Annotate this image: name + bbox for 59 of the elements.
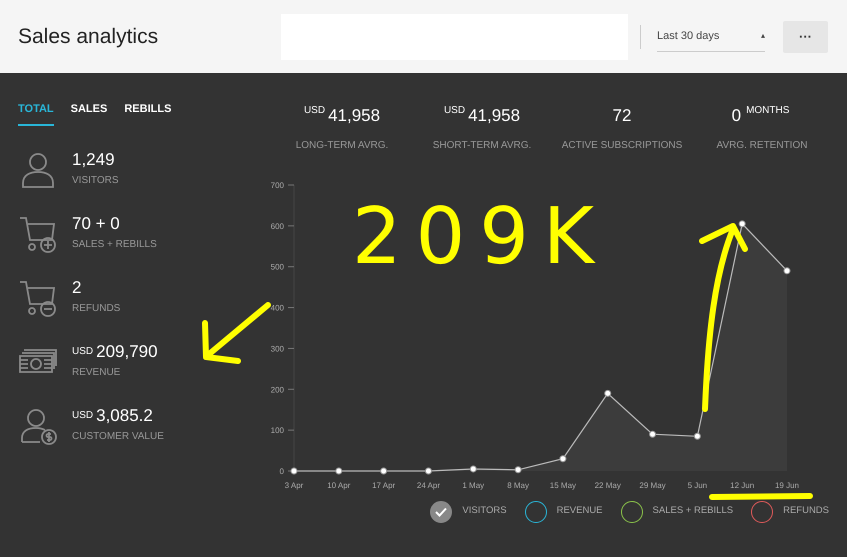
legend-item[interactable]: REFUNDS: [751, 500, 829, 522]
tab[interactable]: REBILLS: [124, 101, 172, 126]
data-point: [649, 430, 656, 438]
handwritten-annotation: 209K: [352, 198, 608, 276]
x-tick-label: 29 May: [639, 480, 666, 490]
metric-label: REVENUE: [72, 366, 122, 380]
metric-label: SALES + REBILLS: [72, 238, 157, 252]
metric-value: 1,249: [72, 150, 116, 170]
data-point: [738, 220, 746, 227]
metric-value: 2: [72, 278, 82, 298]
data-point: [470, 464, 477, 472]
x-tick-label: 10 Apr: [327, 480, 350, 490]
data-point: [335, 467, 342, 474]
x-tick-label: 8 May: [507, 480, 529, 490]
metric-label: CUSTOMER VALUE: [72, 430, 164, 444]
y-tick-label: 100: [270, 426, 284, 435]
data-point: [380, 467, 388, 474]
metric-value: USD 3,085.2: [72, 406, 154, 426]
stat-label: SHORT-TERM AVRG.: [432, 138, 532, 152]
data-point: [694, 432, 701, 440]
period-dropdown[interactable]: Last 30 days ▴: [657, 22, 765, 52]
x-tick-label: 19 Jun: [774, 480, 800, 490]
x-tick-label: 12 Jun: [730, 480, 754, 490]
legend-item[interactable]: VISITORS: [430, 500, 507, 522]
stat-label: ACTIVE SUBSCRIPTIONS: [560, 138, 684, 152]
tab[interactable]: TOTAL: [18, 101, 54, 126]
page-title: Sales analytics: [18, 24, 160, 50]
data-point: [604, 389, 612, 396]
stat-value: 72: [612, 105, 632, 127]
x-tick-label: 1 May: [462, 480, 484, 490]
data-point: [559, 454, 566, 462]
stat-label: LONG-TERM AVRG.: [294, 138, 390, 152]
x-tick-label: 5 Jun: [688, 480, 708, 490]
y-tick-label: 300: [270, 344, 284, 353]
legend-item[interactable]: SALES + REBILLS: [620, 500, 734, 522]
y-tick-label: 700: [270, 180, 284, 190]
x-tick-label: 22 May: [594, 480, 621, 490]
y-tick-label: 200: [270, 384, 284, 394]
data-point: [784, 266, 790, 274]
y-tick-label: 600: [270, 221, 284, 230]
more-button[interactable]: ···: [783, 20, 828, 52]
tab[interactable]: SALES: [70, 101, 108, 126]
data-point: [424, 467, 432, 474]
metric-label: REFUNDS: [72, 302, 120, 316]
metric-value: 70 + 0: [72, 214, 121, 234]
metric-value: USD 209,790: [72, 342, 158, 362]
x-tick-label: 3 Apr: [284, 480, 304, 490]
data-point: [514, 466, 522, 473]
x-tick-label: 24 Apr: [416, 480, 440, 490]
data-point: [290, 467, 298, 474]
x-tick-label: 17 Apr: [372, 480, 396, 490]
stat-value: 0 MONTHS: [730, 104, 790, 127]
y-tick-label: 0: [280, 466, 284, 476]
legend-item[interactable]: REVENUE: [524, 500, 603, 522]
metric-label: VISITORS: [72, 174, 118, 188]
y-tick-label: 500: [270, 262, 284, 272]
x-tick-label: 15 May: [550, 480, 576, 490]
stat-label: AVRG. RETENTION: [716, 138, 808, 152]
y-tick-label: 400: [270, 303, 284, 312]
